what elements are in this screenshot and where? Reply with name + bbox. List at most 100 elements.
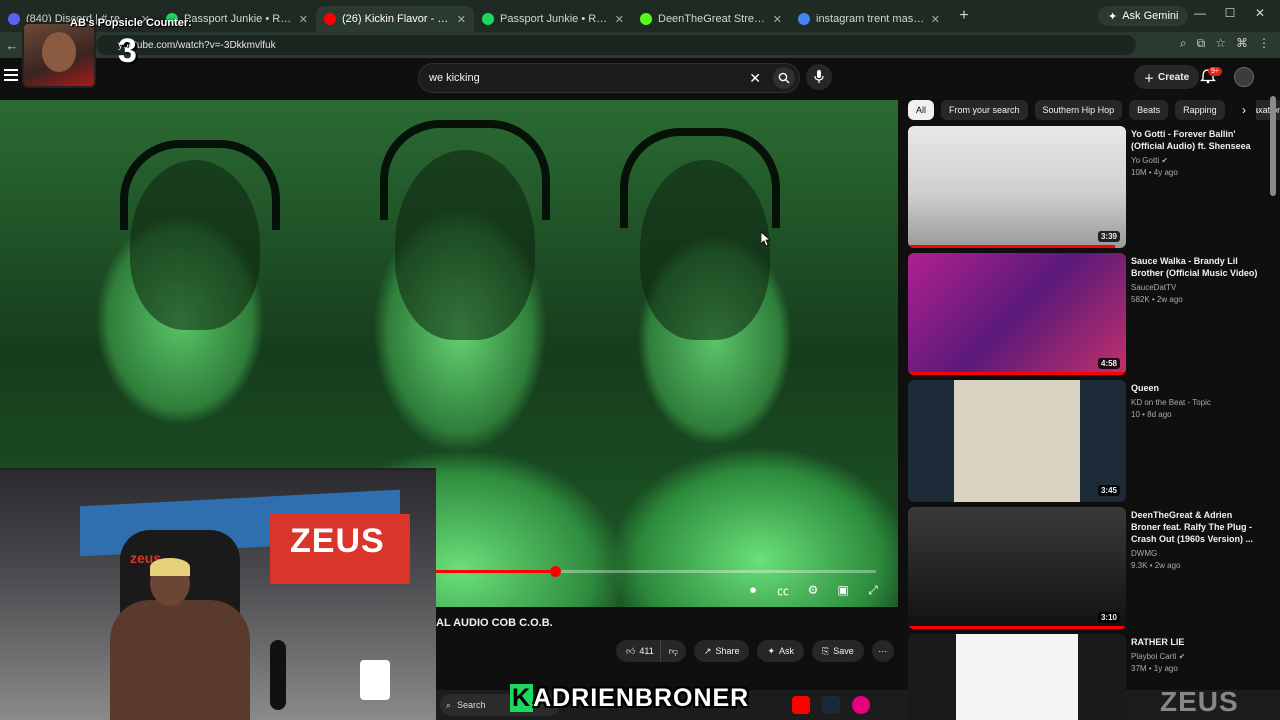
more-options-icon[interactable]: ⋯ — [871, 640, 894, 662]
dislike-button[interactable]: 👎︎ — [659, 640, 686, 662]
video-thumbnail[interactable]: 3:39 — [908, 126, 1126, 248]
popsicle-counter-overlay: AB's Popsicle Counter: 3 — [22, 14, 202, 90]
video-thumbnail[interactable] — [908, 634, 1126, 720]
duration-badge: 3:45 — [1097, 485, 1120, 496]
tab-favicon-icon — [324, 13, 336, 25]
video-actions: 👍︎ 411 👎︎ ↗ Share ✦ Ask ⎘ Save ⋯ — [616, 640, 894, 662]
channel-name[interactable]: Playboi Carti ✔ — [1131, 652, 1185, 661]
tab-close-icon[interactable]: ✕ — [299, 13, 308, 26]
microphone-icon[interactable] — [806, 64, 832, 90]
tab-close-icon[interactable]: ✕ — [457, 13, 466, 26]
hamburger-menu-icon[interactable] — [4, 69, 18, 81]
url-field[interactable]: youtube.com/watch?v=-3Dkkmvlfuk — [96, 35, 1136, 55]
maximize-icon[interactable]: ☐ — [1220, 6, 1240, 20]
save-label: Save — [833, 646, 854, 656]
counter-value: 3 — [118, 32, 137, 70]
account-avatar[interactable] — [1234, 67, 1254, 87]
tab-label: DeenTheGreat Stream - Watch — [658, 13, 767, 25]
tab-close-icon[interactable]: ✕ — [931, 13, 940, 26]
fullscreen-icon[interactable]: ⤢ — [864, 582, 882, 598]
steam-app-icon[interactable] — [822, 696, 840, 714]
counter-title: AB's Popsicle Counter: — [70, 17, 192, 29]
tab-label: instagram trent mason - Google — [816, 13, 925, 25]
filter-chip[interactable]: Beats — [1129, 100, 1169, 120]
filter-chip[interactable]: Rapping — [1175, 100, 1225, 120]
bookmark-star-icon[interactable]: ☆ — [1215, 36, 1226, 51]
duration-badge: 4:58 — [1097, 358, 1120, 369]
youtube-app-icon[interactable] — [792, 696, 810, 714]
recommendation-title[interactable]: RATHER LIE — [1131, 636, 1261, 648]
share-button[interactable]: ↗ Share — [693, 640, 750, 662]
create-button[interactable]: ＋ Create — [1134, 65, 1200, 89]
progress-knob[interactable] — [549, 566, 561, 577]
app-icon[interactable] — [852, 696, 870, 714]
watched-progress-bar — [908, 372, 1126, 375]
filter-chip[interactable]: From your search — [941, 100, 1028, 120]
save-button[interactable]: ⎘ Save — [812, 640, 864, 662]
video-thumbnail[interactable]: 4:58 — [908, 253, 1126, 375]
browser-tab[interactable]: Passport Junkie • Rod Wave ✕ — [474, 6, 632, 32]
channel-name[interactable]: Yo Gotti ✔ — [1131, 156, 1168, 165]
browser-tab[interactable]: DeenTheGreat Stream - Watch ✕ — [632, 6, 790, 32]
extension-icon[interactable]: ⧉ — [1197, 36, 1206, 51]
channel-name[interactable]: DWMG — [1131, 549, 1157, 558]
filter-chip[interactable]: Southern Hip Hop — [1034, 100, 1123, 120]
duration-badge: 3:10 — [1097, 612, 1120, 623]
tab-label: Passport Junkie • Rod Wave — [500, 13, 609, 25]
video-meta: 582K • 2w ago — [1131, 295, 1183, 304]
recommendation-title[interactable]: Queen — [1131, 382, 1261, 394]
person-right — [640, 160, 770, 340]
share-arrow-icon: ↗ — [703, 645, 712, 656]
video-meta: 10 • 8d ago — [1131, 410, 1172, 419]
scrollbar[interactable] — [1270, 96, 1276, 196]
search-icon[interactable] — [773, 67, 795, 89]
duration-badge: 3:39 — [1097, 231, 1120, 242]
close-window-icon[interactable]: ✕ — [1250, 6, 1270, 20]
recommendation-item[interactable]: 4:58 Sauce Walka - Brandy Lil Brother (Of… — [908, 253, 1268, 375]
boxer-avatar — [22, 22, 96, 88]
minimize-icon[interactable]: — — [1190, 6, 1210, 20]
chevron-right-icon[interactable]: › — [1232, 100, 1256, 120]
ask-gemini-button[interactable]: ✦ Ask Gemini — [1098, 6, 1189, 26]
like-button[interactable]: 👍︎ 411 — [616, 640, 660, 662]
new-tab-icon[interactable]: + — [952, 4, 976, 28]
video-thumbnail[interactable]: 3:45 — [908, 380, 1126, 502]
bookmark-icon: ⎘ — [822, 645, 830, 656]
recommendation-item[interactable]: 3:45 Queen KD on the Beat - Topic 10 • 8d a… — [908, 380, 1268, 502]
settings-gear-icon[interactable]: ⚙ — [804, 582, 822, 598]
channel-name[interactable]: SauceDatTV — [1131, 283, 1176, 292]
menu-dots-icon[interactable]: ⋮ — [1258, 36, 1270, 51]
browser-tab[interactable]: (26) Kickin Flavor - Crash Out ✕ — [316, 6, 474, 32]
recommendation-item[interactable]: 3:10 DeenTheGreat & Adrien Broner feat. R… — [908, 507, 1268, 629]
clear-search-icon[interactable]: ✕ — [749, 70, 761, 87]
name-first-letter: K — [510, 684, 534, 712]
video-thumbnail[interactable]: 3:10 — [908, 507, 1126, 629]
recommendation-title[interactable]: Sauce Walka - Brandy Lil Brother (Offici… — [1131, 255, 1261, 279]
video-progress-bar[interactable] — [436, 566, 876, 577]
search-input[interactable]: we kicking ✕ — [418, 63, 800, 93]
ask-button[interactable]: ✦ Ask — [757, 640, 805, 662]
search-query-text: we kicking — [429, 72, 480, 84]
captions-icon[interactable]: ㏄ — [774, 582, 792, 598]
back-icon[interactable]: ← — [0, 38, 24, 53]
taskbar-search-icon: ⌕ — [446, 699, 452, 710]
puzzle-icon[interactable]: ⌘ — [1236, 36, 1248, 51]
thumbs-down-icon: 👎︎ — [668, 645, 678, 656]
person-center — [395, 150, 535, 340]
channel-name[interactable]: KD on the Beat - Topic — [1131, 398, 1211, 407]
streamer-hair — [150, 558, 190, 576]
browser-tab[interactable]: instagram trent mason - Google ✕ — [790, 6, 948, 32]
mouse-cursor-icon — [761, 232, 771, 246]
notification-badge: 9+ — [1208, 67, 1222, 76]
tab-close-icon[interactable]: ✕ — [615, 13, 624, 26]
miniplayer-icon[interactable]: ▣ — [834, 582, 852, 598]
recommendation-title[interactable]: DeenTheGreat & Adrien Broner feat. Ralfy… — [1131, 509, 1261, 545]
recommendation-title[interactable]: Yo Gotti - Forever Ballin' (Official Aud… — [1131, 128, 1261, 152]
filter-chip[interactable]: All — [908, 100, 935, 120]
recommendation-item[interactable]: 3:39 Yo Gotti - Forever Ballin' (Official… — [908, 126, 1268, 248]
tab-label: (26) Kickin Flavor - Crash Out — [342, 13, 451, 25]
zoom-icon[interactable]: ⌕ — [1180, 36, 1187, 51]
autoplay-toggle-icon[interactable]: ⏺ — [744, 582, 762, 598]
filter-chips: All From your search Southern Hip Hop Beats… — [908, 100, 1280, 122]
tab-close-icon[interactable]: ✕ — [773, 13, 782, 26]
